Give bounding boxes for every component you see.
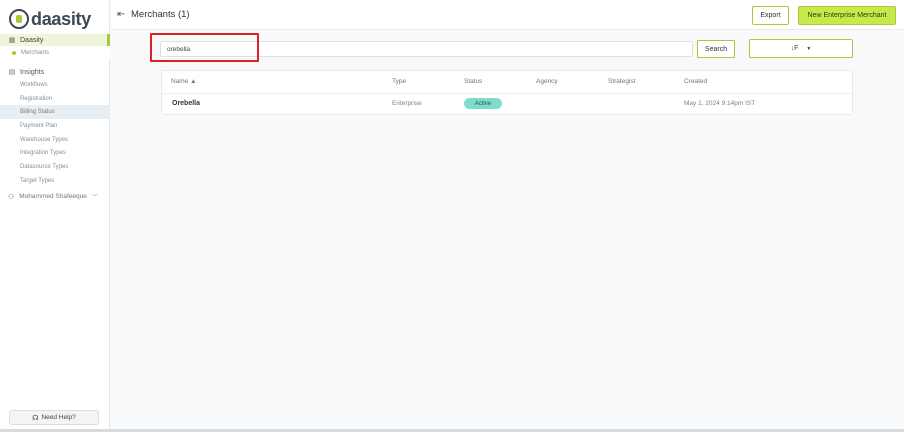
column-header-status: Status (464, 78, 483, 85)
sidebar-item-label: Target Types (20, 177, 55, 184)
sort-dropdown[interactable]: ↓F ▼ (749, 39, 853, 58)
user-name: Mohammed Shafeeque (19, 193, 87, 200)
search-button[interactable]: Search (697, 40, 735, 58)
sidebar-item-label: Datasource Types (20, 163, 69, 170)
column-header-strategist: Strategist (608, 78, 636, 85)
daasity-logo[interactable]: daasity (9, 8, 91, 30)
search-highlight-box (150, 33, 259, 62)
sidebar-item-datasource-types[interactable]: Datasource Types (0, 160, 110, 174)
sidebar-item-payment-plan[interactable]: Payment Plan (0, 119, 110, 133)
sidebar-item-label: Registration (20, 95, 53, 102)
sidebar-item-warehouse-types[interactable]: Warehouse Types (0, 133, 110, 147)
sidebar-item-integration-types[interactable]: Integration Types (0, 146, 110, 160)
merchant-type: Enterprise (392, 100, 422, 107)
sidebar-item-registration[interactable]: Registration (0, 92, 110, 106)
sidebar-item-label: Merchants (21, 49, 50, 56)
daasity-logo-icon (9, 9, 29, 29)
sidebar-group-insights[interactable]: ▤ Insights (0, 66, 110, 78)
logo-text: daasity (31, 8, 91, 29)
column-header-name[interactable]: Name ▲ (171, 78, 197, 85)
active-dot-icon (12, 50, 16, 55)
sidebar-item-label: Billing Status (20, 109, 55, 116)
nav-group-insights: ▤ Insights Workflows Registration Billin… (0, 66, 110, 188)
merchant-created: May 1, 2024 9:14pm IST (684, 100, 756, 107)
sidebar-item-merchants[interactable]: Merchants (0, 46, 110, 60)
column-header-agency: Agency (536, 78, 558, 85)
table-divider (162, 93, 852, 94)
sidebar-group-label: Insights (20, 68, 45, 76)
user-icon: ⚇ (8, 193, 15, 201)
nav-group-daasity: ▦ Daasity Merchants (0, 34, 110, 60)
sidebar-item-label: Workflows (20, 81, 48, 88)
status-badge: Active (464, 98, 502, 109)
export-button[interactable]: Export (752, 6, 789, 25)
need-help-button[interactable]: ☊ Need Help? (9, 410, 99, 425)
sort-icon: ↓F (790, 45, 799, 52)
sidebar-item-label: Warehouse Types (20, 136, 69, 143)
caret-down-icon: ▼ (806, 45, 812, 52)
page-title: Merchants (1) (131, 9, 190, 20)
column-header-created: Created (684, 78, 708, 85)
collapse-sidebar-icon[interactable]: ⇤ (117, 9, 125, 20)
sidebar-item-workflows[interactable]: Workflows (0, 78, 110, 92)
sidebar-group-daasity[interactable]: ▦ Daasity (0, 34, 110, 46)
new-enterprise-merchant-button[interactable]: New Enterprise Merchant (798, 6, 896, 25)
chevron-down-icon: ﹀ (91, 195, 98, 201)
sidebar-item-billing-status[interactable]: Billing Status (0, 105, 110, 120)
sidebar: daasity ▦ Daasity Merchants ▤ Insights W… (0, 0, 110, 432)
table-icon: ▦ (8, 37, 16, 44)
sidebar-group-label: Daasity (20, 36, 44, 44)
sidebar-item-label: Integration Types (20, 150, 66, 157)
column-header-type: Type (392, 78, 407, 85)
user-menu[interactable]: ⚇ Mohammed Shafeeque ﹀ (8, 192, 98, 201)
document-icon: ▤ (8, 69, 16, 76)
sidebar-item-label: Payment Plan (20, 122, 58, 129)
top-bar: ⇤ Merchants (1) Export New Enterprise Me… (111, 0, 904, 30)
merchant-name[interactable]: Orebella (172, 100, 200, 107)
need-help-label: Need Help? (41, 414, 76, 421)
merchants-table: Name ▲ Type Status Agency Strategist Cre… (161, 70, 853, 115)
sidebar-item-target-types[interactable]: Target Types (0, 174, 110, 188)
headset-icon: ☊ (32, 414, 39, 422)
